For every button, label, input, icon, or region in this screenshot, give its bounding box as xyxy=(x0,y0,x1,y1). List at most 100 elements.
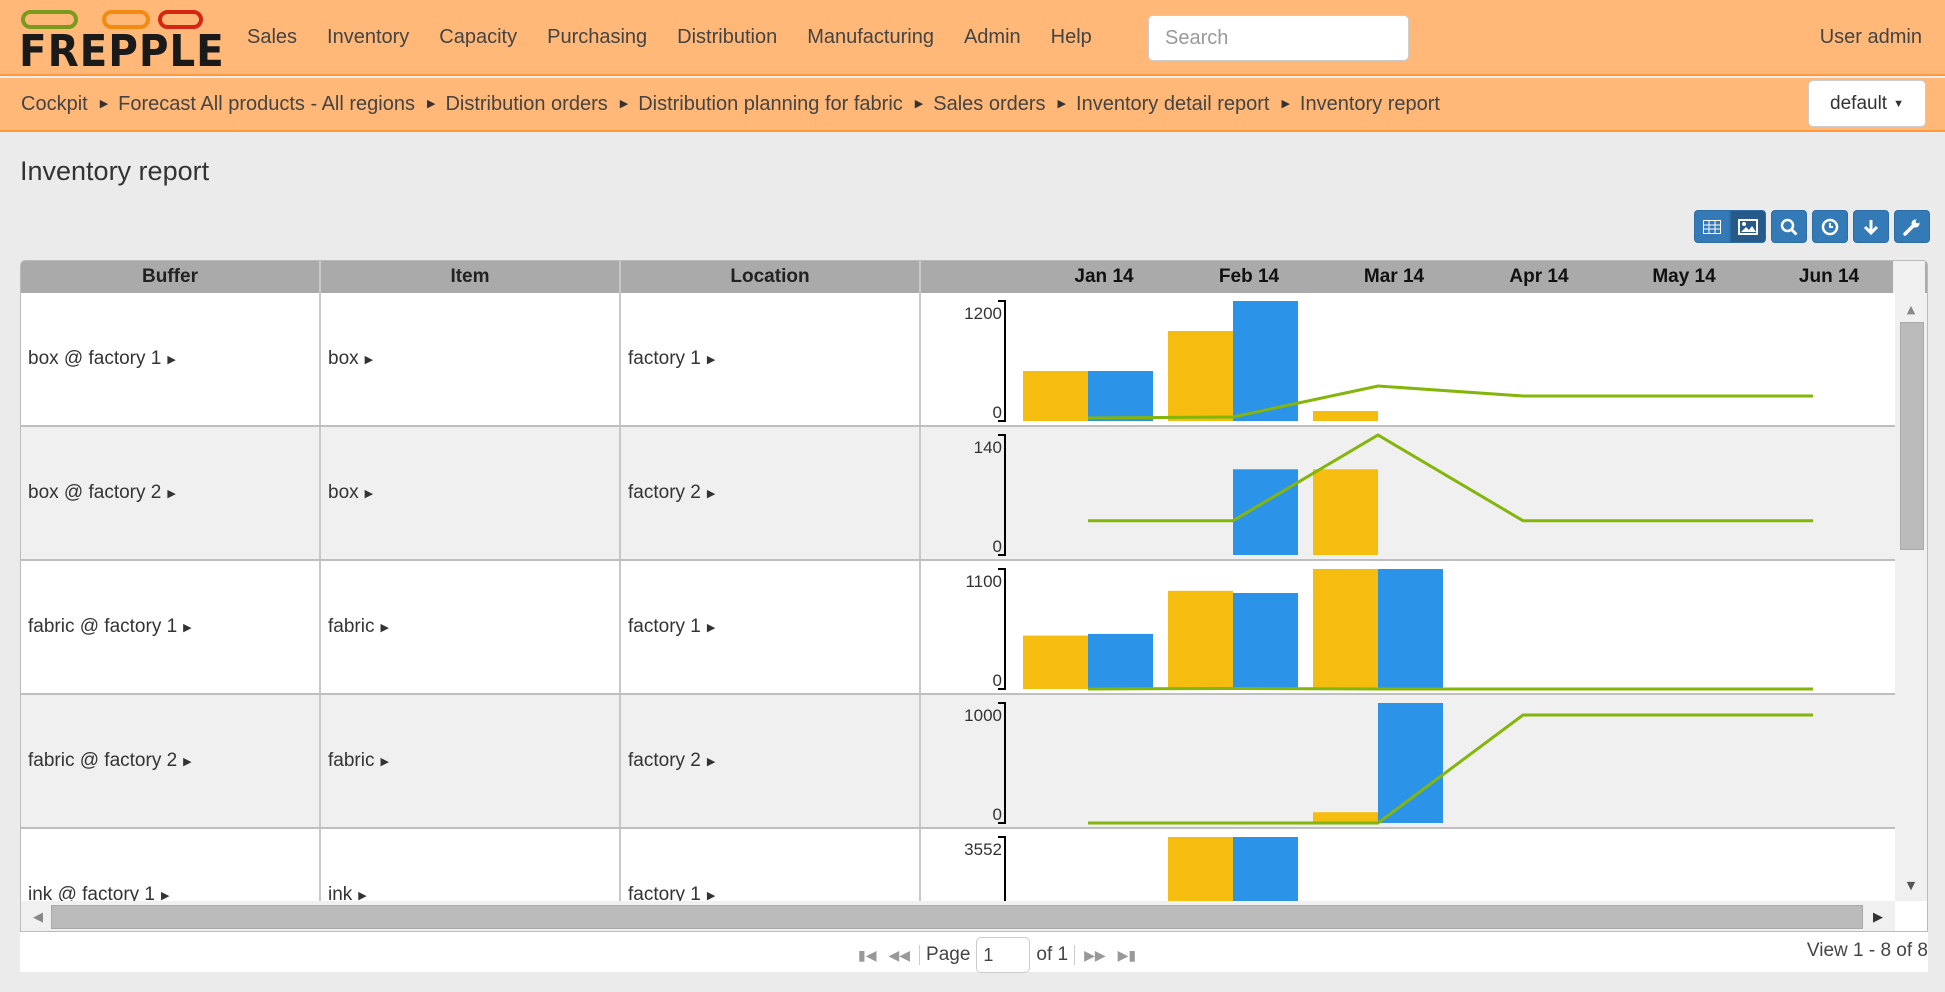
vertical-scroll-thumb[interactable] xyxy=(1900,322,1924,550)
caret-right-icon[interactable]: ▶ xyxy=(707,487,715,500)
menu-distribution[interactable]: Distribution xyxy=(662,22,792,52)
page-number-input[interactable] xyxy=(976,937,1031,973)
y-tick-label: 0 xyxy=(993,805,1002,824)
wrench-icon xyxy=(1903,219,1920,236)
menu-inventory[interactable]: Inventory xyxy=(312,22,424,52)
month-label: Jan 14 xyxy=(1074,266,1134,287)
buffer-link[interactable]: fabric @ factory 1 xyxy=(28,616,177,638)
breadcrumb-distribution-planning[interactable]: Distribution planning for fabric xyxy=(638,90,903,118)
caret-right-icon[interactable]: ▶ xyxy=(167,487,175,500)
table-row[interactable]: fabric @ factory 2 ▶ fabric ▶ factory 2 ▶ 0… xyxy=(21,695,1895,829)
caret-right-icon[interactable]: ▶ xyxy=(161,889,169,902)
bar-consumed xyxy=(1233,301,1298,421)
buffer-link[interactable]: box @ factory 1 xyxy=(28,348,161,370)
caret-right-icon[interactable]: ▶ xyxy=(380,621,388,634)
caret-right-icon: ▶ xyxy=(1057,98,1067,110)
caret-right-icon[interactable]: ▶ xyxy=(358,889,366,902)
bar-produced xyxy=(1313,569,1378,689)
caret-right-icon: ▶ xyxy=(426,98,436,110)
horizontal-scroll-thumb[interactable] xyxy=(51,905,1863,929)
item-link[interactable]: box xyxy=(328,482,359,504)
table-row[interactable]: fabric @ factory 1 ▶ fabric ▶ factory 1 ▶ 0… xyxy=(21,561,1895,695)
item-cell: box ▶ xyxy=(321,293,621,425)
menu-admin[interactable]: Admin xyxy=(949,22,1036,52)
location-link[interactable]: factory 1 xyxy=(628,884,701,901)
item-link[interactable]: fabric xyxy=(328,616,374,638)
next-page-icon[interactable]: ▶▶ xyxy=(1081,947,1109,964)
breadcrumb-cockpit[interactable]: Cockpit xyxy=(21,90,88,118)
caret-down-icon: ▼ xyxy=(1893,97,1904,110)
caret-right-icon[interactable]: ▶ xyxy=(183,755,191,768)
column-header-buffer[interactable]: Buffer xyxy=(21,261,321,293)
location-link[interactable]: factory 1 xyxy=(628,616,701,638)
arrow-down-icon xyxy=(1863,219,1879,235)
location-link[interactable]: factory 2 xyxy=(628,482,701,504)
time-buckets-button[interactable] xyxy=(1812,210,1848,243)
month-label: May 14 xyxy=(1652,266,1716,287)
chart-svg: 03552 xyxy=(964,836,1298,901)
column-header-location[interactable]: Location xyxy=(621,261,921,293)
page-title: Inventory report xyxy=(20,156,210,186)
table-row[interactable]: box @ factory 2 ▶ box ▶ factory 2 ▶ 0 140 xyxy=(21,427,1895,561)
item-link[interactable]: fabric xyxy=(328,750,374,772)
table-row[interactable]: ink @ factory 1 ▶ ink ▶ factory 1 ▶ 03552 xyxy=(21,829,1895,901)
graph-view-button[interactable] xyxy=(1730,210,1766,243)
scroll-up-icon[interactable]: ▲ xyxy=(1895,297,1927,321)
configure-button[interactable] xyxy=(1894,210,1930,243)
caret-right-icon[interactable]: ▶ xyxy=(707,755,715,768)
caret-right-icon[interactable]: ▶ xyxy=(365,487,373,500)
buffer-link[interactable]: fabric @ factory 2 xyxy=(28,750,177,772)
buffer-link[interactable]: ink @ factory 1 xyxy=(28,884,155,901)
vertical-scrollbar[interactable]: ▲ ▼ xyxy=(1895,293,1927,901)
menu-help[interactable]: Help xyxy=(1036,22,1107,52)
breadcrumb-sales-orders[interactable]: Sales orders xyxy=(933,90,1045,118)
prev-page-icon[interactable]: ◀◀ xyxy=(885,947,913,964)
menu-manufacturing[interactable]: Manufacturing xyxy=(792,22,949,52)
caret-right-icon[interactable]: ▶ xyxy=(707,353,715,366)
caret-right-icon[interactable]: ▶ xyxy=(183,621,191,634)
first-page-icon[interactable]: ▮◀ xyxy=(855,947,879,964)
breadcrumb-inventory-report[interactable]: Inventory report xyxy=(1300,90,1440,118)
preference-dropdown[interactable]: default ▼ xyxy=(1808,80,1926,127)
header-corner xyxy=(1893,261,1925,293)
caret-right-icon[interactable]: ▶ xyxy=(167,353,175,366)
inventory-chart: 0 1100 xyxy=(921,561,1893,693)
menu-sales[interactable]: Sales xyxy=(232,22,312,52)
caret-right-icon: ▶ xyxy=(619,98,629,110)
scroll-down-icon[interactable]: ▼ xyxy=(1895,873,1927,897)
search-input[interactable] xyxy=(1148,15,1409,61)
item-link[interactable]: ink xyxy=(328,884,352,901)
caret-right-icon[interactable]: ▶ xyxy=(707,621,715,634)
scroll-left-icon[interactable]: ◀ xyxy=(23,901,53,931)
last-page-icon[interactable]: ▶▮ xyxy=(1115,947,1139,964)
breadcrumb-distribution-orders[interactable]: Distribution orders xyxy=(445,90,607,118)
location-cell: factory 1 ▶ xyxy=(621,293,921,425)
search-button[interactable] xyxy=(1771,210,1807,243)
column-header-item[interactable]: Item xyxy=(321,261,621,293)
menu-capacity[interactable]: Capacity xyxy=(424,22,532,52)
caret-right-icon[interactable]: ▶ xyxy=(380,755,388,768)
y-tick-label: 1000 xyxy=(964,706,1002,725)
scroll-right-icon[interactable]: ▶ xyxy=(1863,901,1893,931)
bar-produced xyxy=(1313,469,1378,555)
bar-consumed xyxy=(1378,569,1443,689)
breadcrumb-forecast[interactable]: Forecast All products - All regions xyxy=(118,90,415,118)
user-menu[interactable]: User admin xyxy=(1820,22,1922,52)
location-link[interactable]: factory 2 xyxy=(628,750,701,772)
buffer-cell: fabric @ factory 1 ▶ xyxy=(21,561,321,693)
frepple-logo[interactable]: FREPPLE xyxy=(19,8,224,77)
menu-purchasing[interactable]: Purchasing xyxy=(532,22,662,52)
breadcrumb-inventory-detail[interactable]: Inventory detail report xyxy=(1076,90,1269,118)
table-view-button[interactable] xyxy=(1694,210,1730,243)
month-label: Feb 14 xyxy=(1218,266,1280,287)
horizontal-scrollbar[interactable]: ◀ ▶ xyxy=(21,901,1895,931)
buffer-link[interactable]: box @ factory 2 xyxy=(28,482,161,504)
location-link[interactable]: factory 1 xyxy=(628,348,701,370)
column-header-months: Jan 14 Feb 14 Mar 14 Apr 14 May 14 Jun 1… xyxy=(921,261,1893,293)
caret-right-icon[interactable]: ▶ xyxy=(707,889,715,902)
caret-right-icon[interactable]: ▶ xyxy=(365,353,373,366)
y-tick-label: 140 xyxy=(974,438,1002,457)
export-button[interactable] xyxy=(1853,210,1889,243)
item-link[interactable]: box xyxy=(328,348,359,370)
table-row[interactable]: box @ factory 1 ▶ box ▶ factory 1 ▶ 0 1200 xyxy=(21,293,1895,427)
